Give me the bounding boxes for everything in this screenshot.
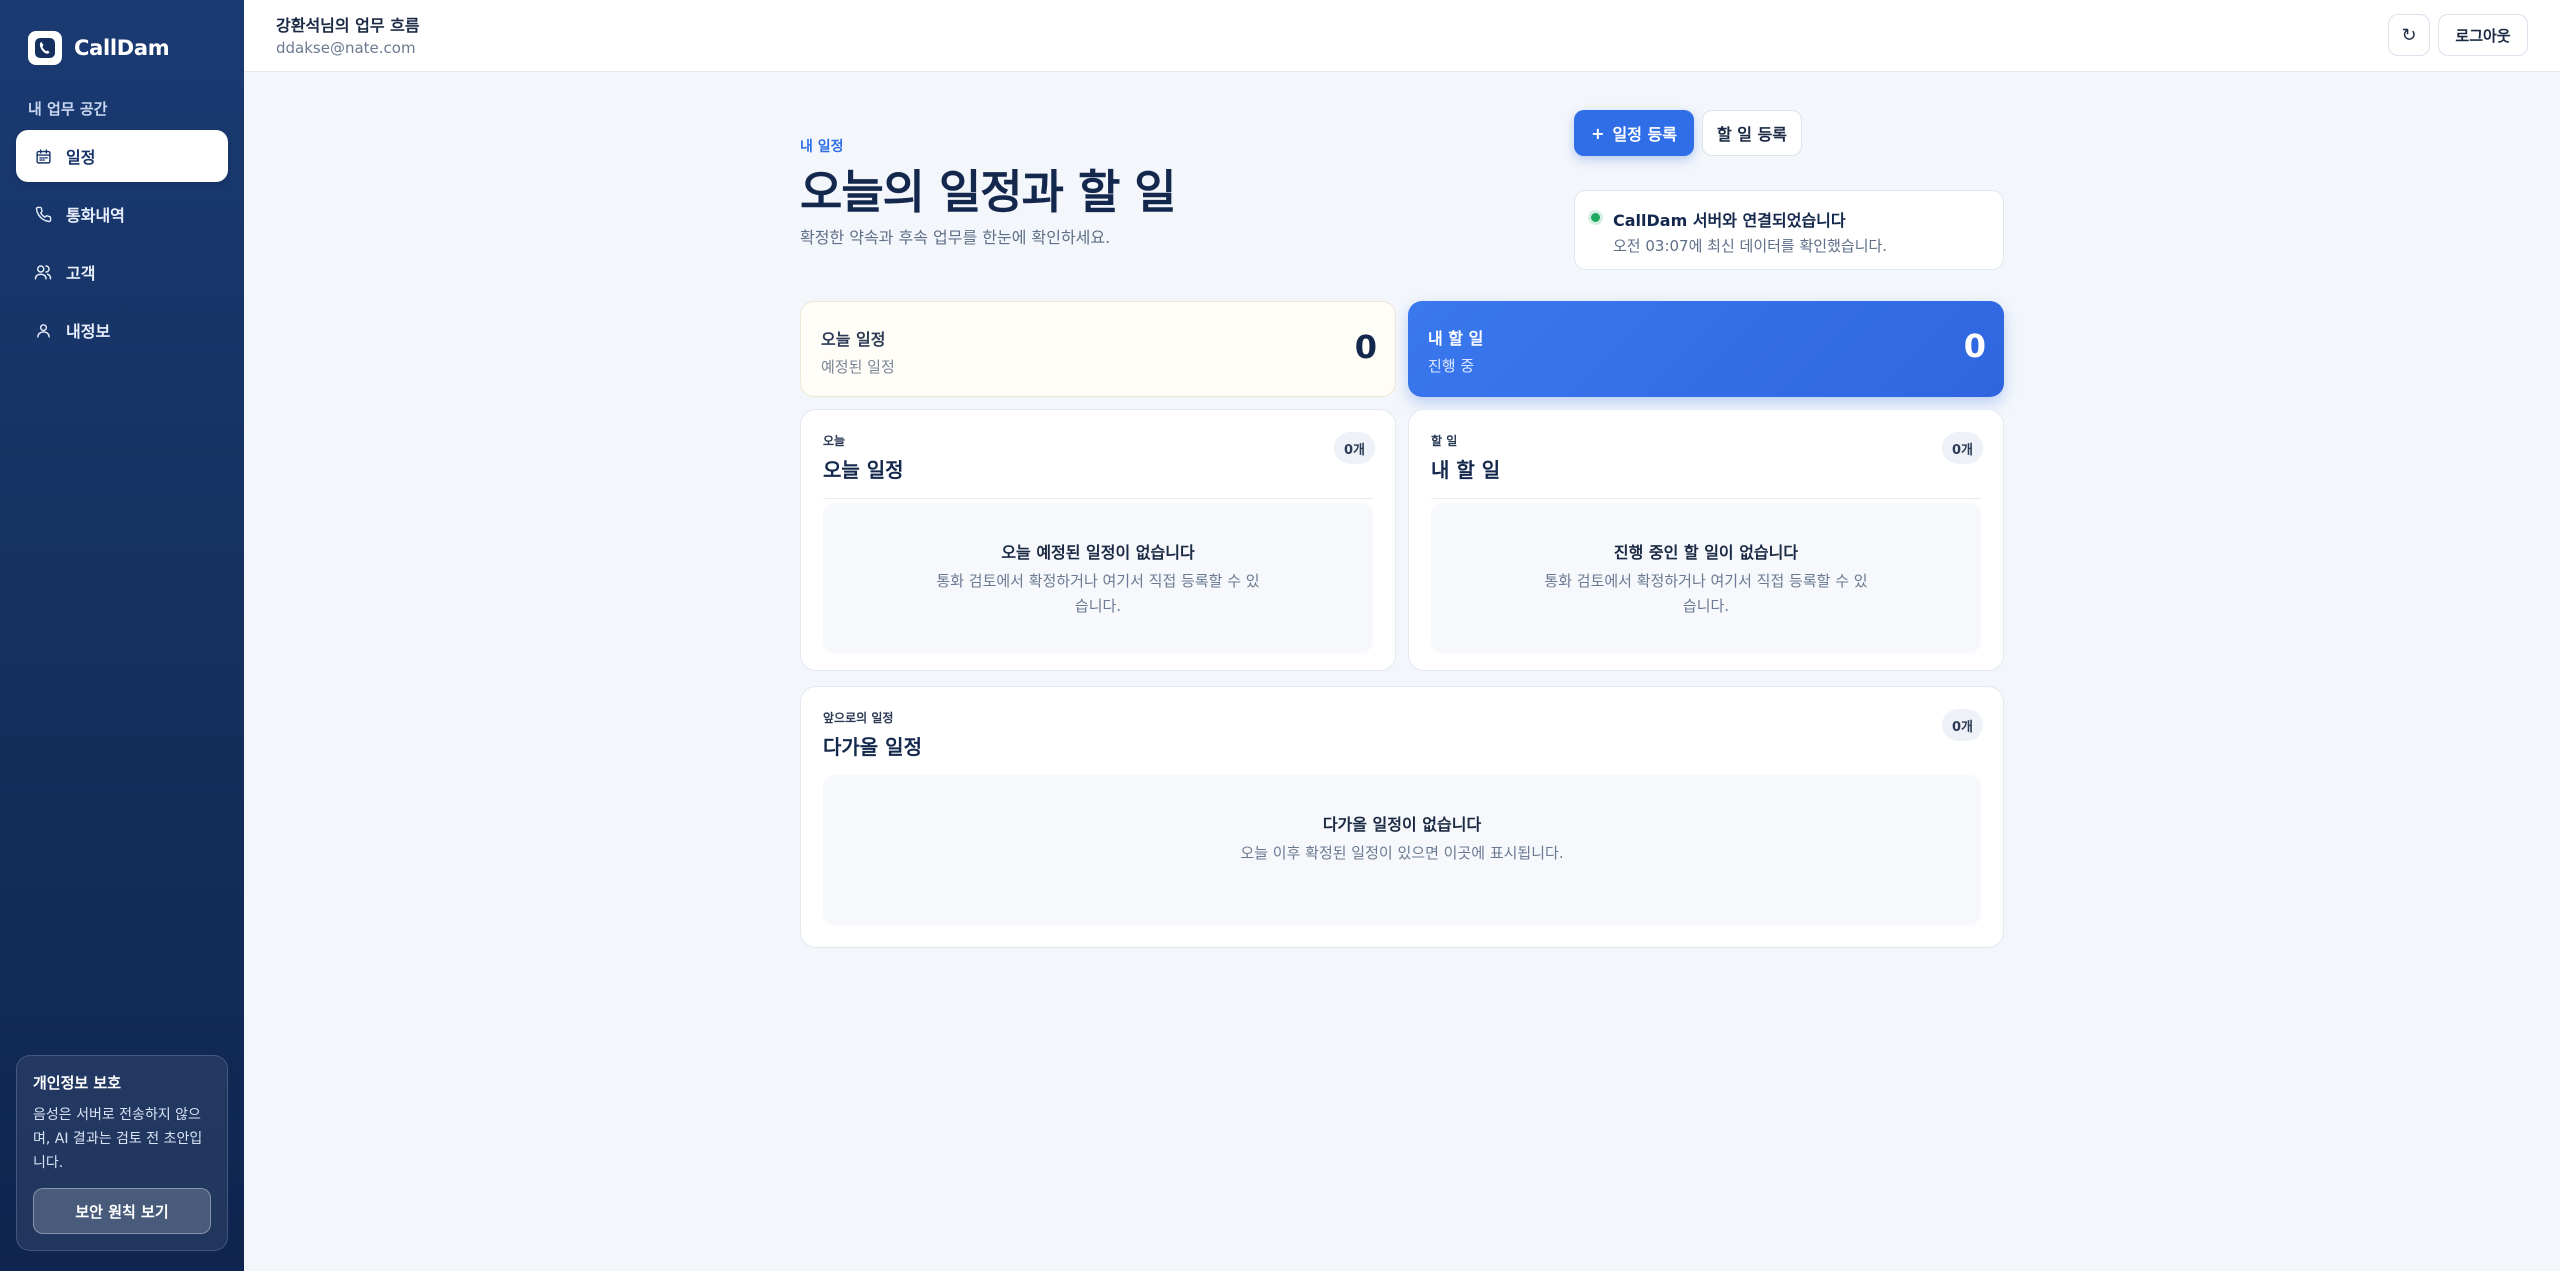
panel-title: 오늘 일정 [823,458,904,482]
add-schedule-button[interactable]: + 일정 등록 [1574,110,1694,156]
status-text: 오전 03:07에 최신 데이터를 확인했습니다. [1613,237,1888,255]
panel-title: 내 할 일 [1431,458,1501,482]
count-badge: 0개 [1941,709,1983,741]
calendar-icon [34,147,52,165]
empty-state-text: 통화 검토에서 확정하거나 여기서 직접 등록할 수 있습니다. [936,572,1260,615]
add-todo-button[interactable]: 할 일 등록 [1702,110,1802,156]
upcoming-schedule-panel: 앞으로의 일정 다가올 일정 0개 다가올 일정이 없습니다 오늘 이후 확정된… [800,686,2004,948]
summary-count: 0 [1354,328,1377,366]
summary-label: 내 할 일 [1428,329,1484,348]
sidebar-item-label: 일정 [66,148,96,167]
user-icon [34,321,52,339]
top-bar: 강환석님의 업무 흐름 ddakse@nate.com ↻ 로그아웃 [244,0,2560,72]
sidebar-item-profile[interactable]: 내정보 [16,304,228,356]
privacy-card: 개인정보 보호 음성은 서버로 전송하지 않으며, AI 결과는 검토 전 초안… [16,1055,228,1251]
empty-state-title: 진행 중인 할 일이 없습니다 [1613,543,1799,562]
logo-icon [28,31,62,65]
privacy-text: 음성은 서버로 전송하지 않으며, AI 결과는 검토 전 초안입니다. [33,1107,203,1171]
page-eyebrow: 내 일정 [800,139,844,155]
sidebar-nav: 일정 통화내역 고객 내정보 [16,130,228,362]
empty-state: 다가올 일정이 없습니다 오늘 이후 확정된 일정이 있으면 이곳에 표시됩니다… [823,775,1981,925]
empty-state-text: 통화 검토에서 확정하거나 여기서 직접 등록할 수 있습니다. [1544,572,1868,615]
sidebar: CallDam 내 업무 공간 일정 통화내역 고객 내정보 개인정보 보호 음… [0,0,244,1271]
sidebar-item-label: 통화내역 [66,206,125,225]
connection-status-card: CallDam 서버와 연결되었습니다 오전 03:07에 최신 데이터를 확인… [1574,190,2004,270]
empty-state: 진행 중인 할 일이 없습니다 통화 검토에서 확정하거나 여기서 직접 등록할… [1431,503,1981,653]
summary-count: 0 [1963,327,1986,365]
refresh-button[interactable]: ↻ [2388,14,2430,56]
sidebar-item-schedule[interactable]: 일정 [16,130,228,182]
nav-section-title: 내 업무 공간 [28,100,108,118]
panel-eyebrow: 앞으로의 일정 [823,711,894,725]
summary-sub: 예정된 일정 [821,358,895,376]
count-badge: 0개 [1333,432,1375,464]
summary-label: 오늘 일정 [821,330,886,349]
panel-title: 다가올 일정 [823,735,922,759]
page-title: 오늘의 일정과 할 일 [800,165,1177,219]
security-principles-button[interactable]: 보안 원칙 보기 [33,1188,211,1234]
refresh-icon: ↻ [2401,24,2417,45]
sidebar-item-label: 고객 [66,264,96,283]
user-workflow-title: 강환석님의 업무 흐름 [276,16,420,35]
plus-icon: + [1591,123,1605,143]
logout-button[interactable]: 로그아웃 [2438,14,2528,56]
divider [823,498,1373,499]
divider [1431,498,1981,499]
my-todo-panel: 할 일 내 할 일 0개 진행 중인 할 일이 없습니다 통화 검토에서 확정하… [1408,409,2004,671]
user-email: ddakse@nate.com [276,39,416,57]
sidebar-item-customers[interactable]: 고객 [16,246,228,298]
sidebar-item-calls[interactable]: 통화내역 [16,188,228,240]
add-schedule-label: 일정 등록 [1612,125,1677,144]
sidebar-item-label: 내정보 [66,322,111,341]
empty-state-text: 오늘 이후 확정된 일정이 있으면 이곳에 표시됩니다. [1240,844,1564,862]
page-subtitle: 확정한 약속과 후속 업무를 한눈에 확인하세요. [800,228,1111,247]
panel-eyebrow: 오늘 [823,434,846,448]
privacy-title: 개인정보 보호 [33,1074,122,1092]
panel-eyebrow: 할 일 [1431,434,1458,448]
empty-state-title: 오늘 예정된 일정이 없습니다 [1001,543,1195,562]
count-badge: 0개 [1941,432,1983,464]
logo[interactable]: CallDam [28,30,170,66]
my-todo-summary[interactable]: 내 할 일 진행 중 0 [1408,301,2004,397]
status-title: CallDam 서버와 연결되었습니다 [1613,211,1846,230]
summary-sub: 진행 중 [1428,357,1475,375]
status-dot-icon [1591,213,1600,222]
users-icon [34,263,52,281]
empty-state: 오늘 예정된 일정이 없습니다 통화 검토에서 확정하거나 여기서 직접 등록할… [823,503,1373,653]
empty-state-title: 다가올 일정이 없습니다 [1322,815,1482,834]
today-schedule-panel: 오늘 오늘 일정 0개 오늘 예정된 일정이 없습니다 통화 검토에서 확정하거… [800,409,1396,671]
today-schedule-summary[interactable]: 오늘 일정 예정된 일정 0 [800,301,1396,397]
logo-text: CallDam [74,36,170,60]
phone-icon [34,205,52,223]
